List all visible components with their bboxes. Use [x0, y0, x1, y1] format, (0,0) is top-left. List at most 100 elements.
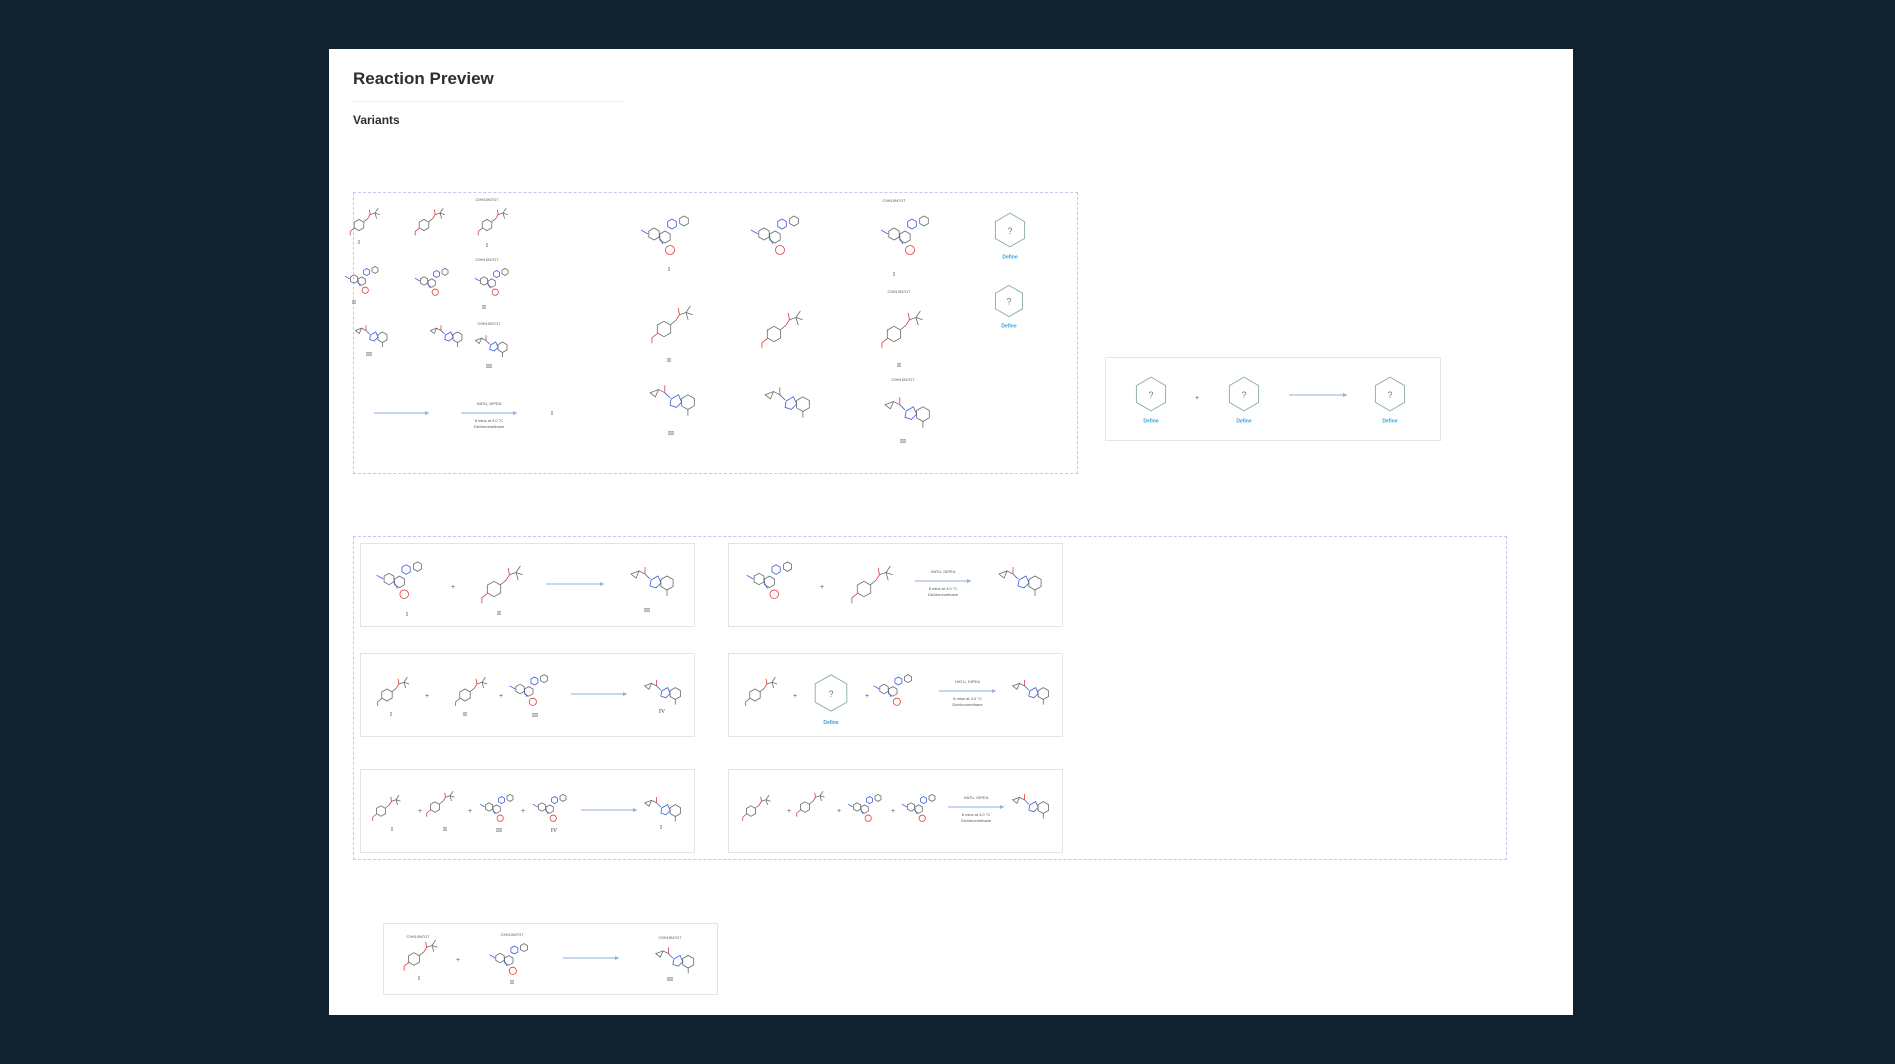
reaction-card-6-drawing: + + + HATU, DIPEA 8 mins at 4.0 °CDichlorome…	[742, 791, 1049, 823]
plus-sign: +	[468, 808, 472, 815]
bond	[814, 792, 816, 798]
unknown-label: ?	[1241, 390, 1246, 400]
bond	[764, 683, 768, 689]
ring	[771, 564, 781, 575]
compound-number-label: I	[551, 411, 553, 417]
bond	[796, 809, 801, 814]
bond	[685, 305, 691, 313]
bond	[365, 330, 371, 335]
arrow-head	[967, 579, 971, 583]
ring	[506, 793, 514, 802]
compound-number-label: II	[463, 712, 467, 718]
bond	[815, 795, 821, 798]
bond	[344, 275, 350, 280]
bond	[439, 800, 444, 805]
solvent-label: Dichloromethane	[928, 592, 959, 597]
ring	[431, 288, 439, 296]
bond	[474, 683, 478, 689]
bond	[758, 801, 762, 806]
bond	[901, 803, 907, 808]
compound-number-label: III	[366, 352, 372, 358]
compound-number-label: I	[893, 272, 895, 278]
ring	[782, 561, 793, 572]
ring	[349, 274, 359, 284]
ring	[377, 331, 388, 343]
ring	[459, 688, 471, 702]
ring	[669, 804, 681, 817]
ring	[746, 805, 756, 817]
ring	[660, 575, 674, 591]
reaction-card-1-drawing: I+II III	[376, 561, 674, 618]
bond	[809, 800, 814, 805]
bond	[507, 568, 510, 575]
bond	[915, 310, 921, 318]
bond	[668, 953, 674, 959]
bond	[503, 960, 508, 967]
ring	[452, 331, 463, 343]
ring	[559, 793, 567, 802]
ring	[660, 687, 671, 699]
ring	[1037, 801, 1049, 814]
compound-number-label: III	[668, 431, 674, 437]
ring	[800, 801, 810, 813]
bond	[431, 945, 435, 952]
solvent-label: Dichloromethane	[952, 702, 983, 707]
ring	[497, 341, 508, 353]
ring	[361, 286, 369, 294]
ring	[904, 674, 912, 684]
ring	[864, 814, 872, 822]
bond	[449, 791, 454, 796]
bond	[515, 572, 523, 576]
bond	[475, 678, 478, 685]
ring	[1037, 687, 1049, 700]
ring	[479, 276, 489, 286]
arrow-head	[992, 689, 996, 693]
plus-sign: +	[837, 808, 841, 815]
bond	[395, 795, 400, 800]
ring	[1017, 575, 1030, 589]
ring	[884, 400, 895, 410]
bond	[474, 277, 480, 282]
compound-number-label: IV	[551, 828, 558, 834]
ring	[888, 227, 900, 241]
compound-number-label: II	[897, 363, 901, 369]
variant-matrix: IC9H10N7O7IIIC9H10N7O7IIIIIC9H10N7O7IIIH…	[344, 197, 1026, 445]
bond	[431, 939, 436, 946]
plus-sign: +	[787, 808, 791, 815]
condition-label: 8 mins at 4.0 °C	[953, 696, 982, 701]
bond	[532, 803, 538, 808]
bond	[656, 685, 662, 691]
bond	[414, 277, 420, 282]
ring	[758, 227, 770, 241]
arrow-head	[1000, 805, 1004, 809]
bond	[771, 676, 776, 683]
bond	[750, 229, 759, 235]
ring	[508, 966, 517, 975]
bond	[907, 313, 910, 320]
ring	[918, 814, 926, 822]
compound-code-label: C9H10N7O7	[883, 198, 907, 203]
bond	[851, 593, 858, 599]
bond	[391, 687, 397, 692]
bond	[644, 573, 651, 580]
compound-code-label: C9H10N7O7	[478, 321, 502, 326]
arrow-head	[615, 956, 619, 960]
compound-number-label: I	[390, 712, 392, 718]
bond	[759, 687, 765, 692]
compound-number-label: I	[406, 612, 408, 618]
ring	[928, 793, 936, 802]
ring	[401, 564, 411, 575]
bond	[385, 804, 390, 809]
ring	[383, 572, 395, 586]
ring	[441, 267, 449, 276]
plus-sign: +	[820, 584, 824, 591]
ring	[682, 954, 695, 969]
bond	[905, 319, 910, 326]
bond	[414, 227, 420, 232]
compound-number-label: III	[486, 364, 492, 370]
ring	[413, 561, 422, 572]
ring	[655, 950, 664, 958]
ring	[530, 676, 539, 686]
ring	[363, 268, 370, 276]
bond	[893, 401, 900, 406]
